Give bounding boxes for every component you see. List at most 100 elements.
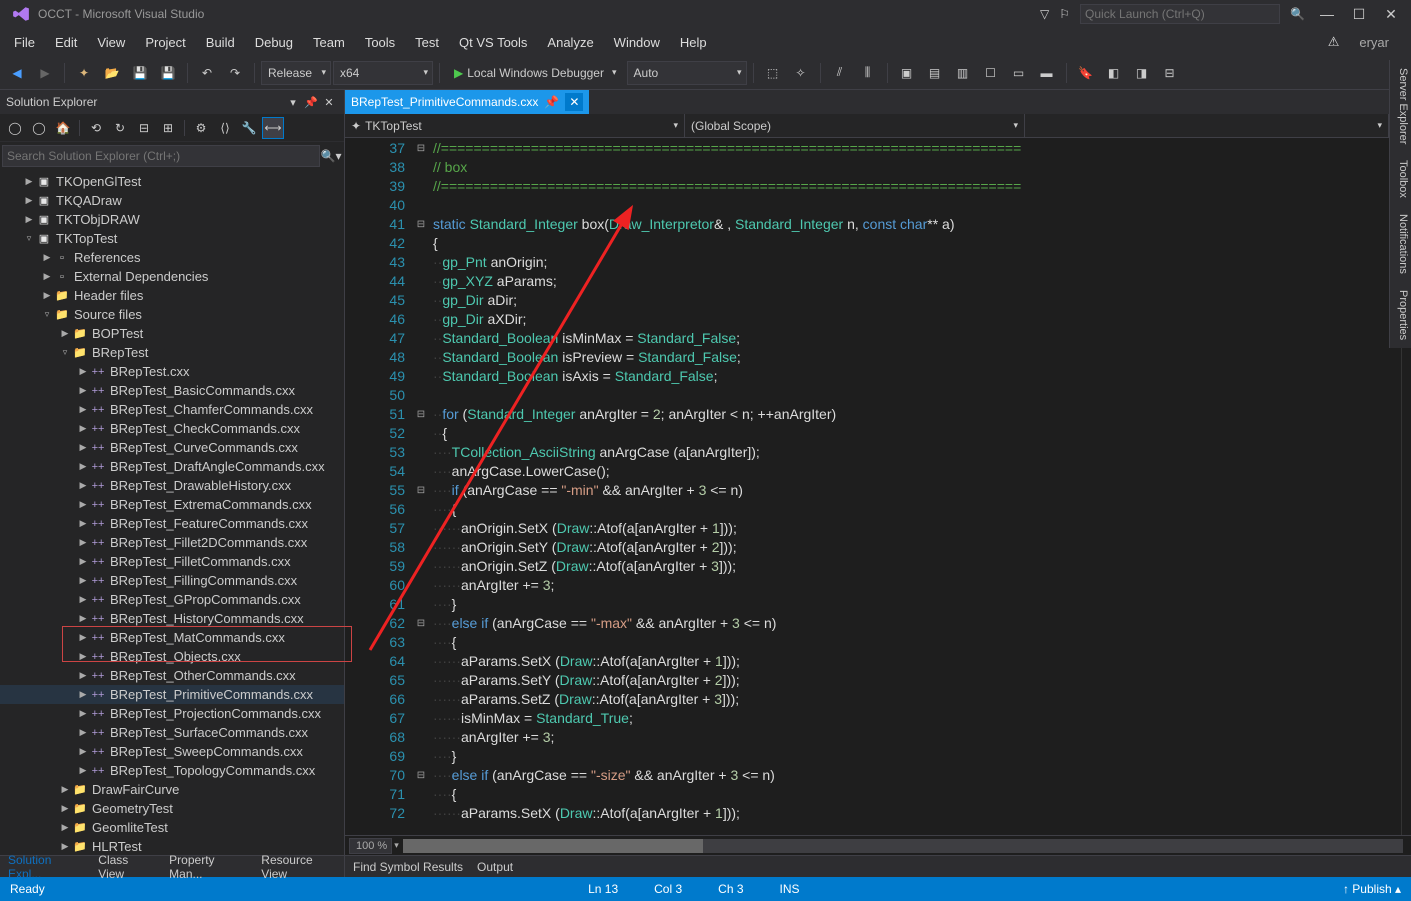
- save-button[interactable]: 💾: [127, 60, 153, 86]
- se-search-icon[interactable]: 🔍▾: [320, 149, 342, 163]
- tree-item[interactable]: ▶++BRepTest_FilletCommands.cxx: [0, 552, 344, 571]
- tree-item[interactable]: ▶📁DrawFairCurve: [0, 780, 344, 799]
- menu-team[interactable]: Team: [305, 31, 353, 54]
- user-label[interactable]: eryar: [1351, 31, 1397, 54]
- se-showall-icon[interactable]: ⊞: [157, 117, 179, 139]
- menu-help[interactable]: Help: [672, 31, 715, 54]
- tb-icon-9[interactable]: ▭: [1006, 60, 1032, 86]
- menu-project[interactable]: Project: [137, 31, 193, 54]
- tree-item[interactable]: ▶▫References: [0, 248, 344, 267]
- tb-icon-14[interactable]: ⊟: [1157, 60, 1183, 86]
- tb-icon-4[interactable]: ⫼: [855, 60, 881, 86]
- panel-dropdown-icon[interactable]: ▾: [284, 96, 302, 109]
- horizontal-scrollbar[interactable]: [403, 839, 1403, 853]
- tb-icon-10[interactable]: ▬: [1034, 60, 1060, 86]
- tree-item[interactable]: ▶📁GeomliteTest: [0, 818, 344, 837]
- tree-item[interactable]: ▿▣TKTopTest: [0, 229, 344, 248]
- notifications-filter-icon[interactable]: ▽: [1040, 7, 1049, 21]
- se-collapse-icon[interactable]: ⊟: [133, 117, 155, 139]
- tree-item[interactable]: ▶++BRepTest_CurveCommands.cxx: [0, 438, 344, 457]
- menu-window[interactable]: Window: [606, 31, 668, 54]
- tb-icon-1[interactable]: ⬚: [760, 60, 786, 86]
- fold-gutter[interactable]: ⊟⊟⊟⊟⊟⊟: [413, 138, 429, 835]
- solution-tree[interactable]: ▶▣TKOpenGlTest▶▣TKQADraw▶▣TKTObjDRAW▿▣TK…: [0, 170, 344, 855]
- tree-item[interactable]: ▶📁GeometryTest: [0, 799, 344, 818]
- menu-test[interactable]: Test: [407, 31, 447, 54]
- tb-icon-13[interactable]: ◨: [1129, 60, 1155, 86]
- menu-view[interactable]: View: [89, 31, 133, 54]
- tree-item[interactable]: ▶▣TKTObjDRAW: [0, 210, 344, 229]
- tree-item[interactable]: ▶++BRepTest_FillingCommands.cxx: [0, 571, 344, 590]
- tree-item[interactable]: ▶▣TKOpenGlTest: [0, 172, 344, 191]
- code-area[interactable]: //======================================…: [429, 138, 1401, 835]
- panel-pin-icon[interactable]: 📌: [302, 96, 320, 109]
- menu-tools[interactable]: Tools: [357, 31, 403, 54]
- tree-item[interactable]: ▶▫External Dependencies: [0, 267, 344, 286]
- tab-property-manager[interactable]: Property Man...: [161, 851, 253, 883]
- tree-item[interactable]: ▶++BRepTest_CheckCommands.cxx: [0, 419, 344, 438]
- new-project-button[interactable]: ✦: [71, 60, 97, 86]
- platform-dropdown[interactable]: x64: [333, 61, 433, 85]
- tab-class-view[interactable]: Class View: [90, 851, 161, 883]
- bookmark-icon[interactable]: 🔖: [1073, 60, 1099, 86]
- tree-item[interactable]: ▶++BRepTest_ExtremaCommands.cxx: [0, 495, 344, 514]
- warning-icon[interactable]: ⚠: [1320, 30, 1348, 54]
- flag-icon[interactable]: ⚐: [1059, 7, 1070, 21]
- undo-button[interactable]: ↶: [194, 60, 220, 86]
- tree-item[interactable]: ▶++BRepTest_OtherCommands.cxx: [0, 666, 344, 685]
- side-tab-server-explorer[interactable]: Server Explorer: [1390, 60, 1411, 152]
- tree-item[interactable]: ▶++BRepTest_SurfaceCommands.cxx: [0, 723, 344, 742]
- nav-scope-dropdown[interactable]: (Global Scope): [685, 114, 1025, 137]
- se-properties-icon[interactable]: ⚙: [190, 117, 212, 139]
- tb-icon-5[interactable]: ▣: [894, 60, 920, 86]
- tree-item[interactable]: ▶++BRepTest_HistoryCommands.cxx: [0, 609, 344, 628]
- tb-icon-7[interactable]: ▥: [950, 60, 976, 86]
- auto-dropdown[interactable]: Auto: [627, 61, 747, 85]
- tree-item[interactable]: ▶++BRepTest_FeatureCommands.cxx: [0, 514, 344, 533]
- menu-qtvstools[interactable]: Qt VS Tools: [451, 31, 535, 54]
- tree-item[interactable]: ▿📁BRepTest: [0, 343, 344, 362]
- se-search-input[interactable]: [2, 145, 320, 167]
- menu-edit[interactable]: Edit: [47, 31, 85, 54]
- menu-build[interactable]: Build: [198, 31, 243, 54]
- code-editor[interactable]: 3738394041424344454647484950515253545556…: [345, 138, 1411, 835]
- tb-icon-12[interactable]: ◧: [1101, 60, 1127, 86]
- tb-icon-2[interactable]: ✧: [788, 60, 814, 86]
- tree-item[interactable]: ▶++BRepTest_SweepCommands.cxx: [0, 742, 344, 761]
- tree-item[interactable]: ▶++BRepTest_DraftAngleCommands.cxx: [0, 457, 344, 476]
- tree-item[interactable]: ▶++BRepTest_GPropCommands.cxx: [0, 590, 344, 609]
- nav-member-dropdown[interactable]: [1025, 114, 1389, 137]
- search-icon[interactable]: 🔍: [1290, 7, 1305, 21]
- tab-output[interactable]: Output: [477, 860, 513, 874]
- nav-project-dropdown[interactable]: ✦TKTopTest: [345, 114, 685, 137]
- nav-back-button[interactable]: ◀: [4, 60, 30, 86]
- se-home-icon[interactable]: 🏠: [52, 117, 74, 139]
- tree-item[interactable]: ▶++BRepTest_TopologyCommands.cxx: [0, 761, 344, 780]
- tb-icon-8[interactable]: ☐: [978, 60, 1004, 86]
- save-all-button[interactable]: 💾: [155, 60, 181, 86]
- tb-icon-3[interactable]: ⫽: [827, 60, 853, 86]
- open-file-button[interactable]: 📂: [99, 60, 125, 86]
- menu-analyze[interactable]: Analyze: [539, 31, 601, 54]
- se-sync-icon[interactable]: ⟲: [85, 117, 107, 139]
- publish-button[interactable]: ↑ Publish ▴: [1343, 882, 1401, 896]
- tree-item[interactable]: ▿📁Source files: [0, 305, 344, 324]
- minimize-button[interactable]: —: [1311, 2, 1343, 26]
- tree-item[interactable]: ▶++BRepTest_DrawableHistory.cxx: [0, 476, 344, 495]
- tree-item[interactable]: ▶📁BOPTest: [0, 324, 344, 343]
- side-tab-notifications[interactable]: Notifications: [1390, 206, 1411, 282]
- panel-close-icon[interactable]: ✕: [320, 96, 338, 109]
- side-tab-properties[interactable]: Properties: [1390, 282, 1411, 348]
- tree-item[interactable]: ▶▣TKQADraw: [0, 191, 344, 210]
- se-preview-icon[interactable]: ⟨⟩: [214, 117, 236, 139]
- side-tab-toolbox[interactable]: Toolbox: [1390, 152, 1411, 206]
- close-button[interactable]: ✕: [1375, 2, 1407, 26]
- tree-item[interactable]: ▶++BRepTest_PrimitiveCommands.cxx: [0, 685, 344, 704]
- tab-resource-view[interactable]: Resource View: [253, 851, 344, 883]
- menu-file[interactable]: File: [6, 31, 43, 54]
- se-back-icon[interactable]: ◯: [4, 117, 26, 139]
- tb-icon-6[interactable]: ▤: [922, 60, 948, 86]
- tab-find-symbol[interactable]: Find Symbol Results: [353, 860, 463, 874]
- editor-tab[interactable]: BRepTest_PrimitiveCommands.cxx 📌 ✕: [345, 90, 589, 114]
- tree-item[interactable]: ▶++BRepTest_ChamferCommands.cxx: [0, 400, 344, 419]
